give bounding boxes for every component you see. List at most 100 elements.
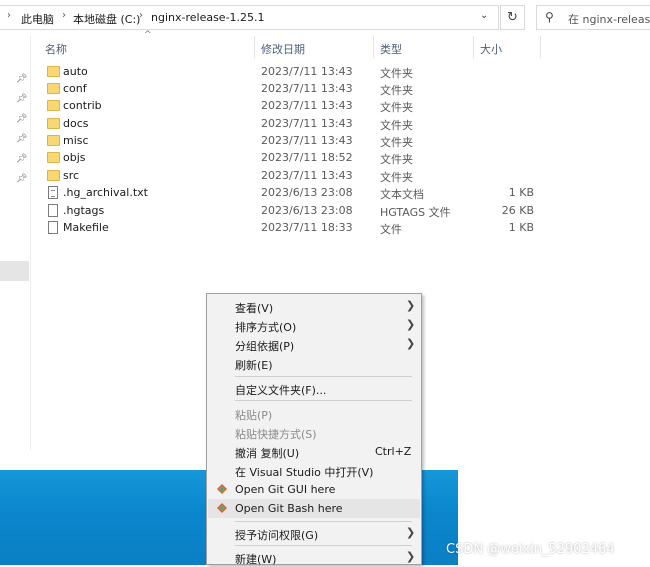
file-icon: [48, 204, 58, 217]
folder-icon: [47, 66, 60, 77]
pin-icon[interactable]: 📌︎: [16, 154, 27, 164]
chevron-right-icon: ›: [62, 10, 66, 21]
chevron-down-icon[interactable]: ⌄: [480, 10, 488, 21]
menu-item-git-bash[interactable]: Open Git Bash here: [208, 499, 420, 518]
file-name: .hgtags: [63, 204, 105, 217]
context-menu: 查看(V) ❯ 排序方式(O) ❯ 分组依据(P) ❯ 刷新(E) 自定义文件夹…: [206, 293, 422, 567]
file-row[interactable]: docs 2023/7/11 13:43 文件夹: [42, 116, 542, 133]
search-placeholder: 在 nginx-release-: [568, 13, 650, 26]
file-type: 文件夹: [380, 67, 413, 80]
menu-item-paste-shortcut[interactable]: 粘贴快捷方式(S): [208, 423, 420, 442]
file-row[interactable]: conf 2023/7/11 13:43 文件夹: [42, 81, 542, 98]
file-date: 2023/6/13 23:08: [261, 204, 353, 217]
menu-item-paste[interactable]: 粘贴(P): [208, 404, 420, 423]
file-name: contrib: [63, 99, 102, 112]
file-date: 2023/7/11 18:33: [261, 221, 353, 234]
keyboard-shortcut: Ctrl+Z: [375, 445, 412, 458]
address-row: › 此电脑 › 本地磁盘 (C:) › nginx-release-1.25.1…: [0, 0, 650, 36]
file-name: conf: [63, 82, 87, 95]
breadcrumb-local-disk[interactable]: 本地磁盘 (C:): [73, 11, 140, 27]
file-name: objs: [63, 151, 86, 164]
column-divider[interactable]: [540, 36, 541, 58]
git-icon: [217, 503, 227, 513]
refresh-button[interactable]: ↻: [500, 5, 525, 30]
pin-icon[interactable]: 📌︎: [16, 94, 27, 104]
menu-item-git-gui[interactable]: Open Git GUI here: [208, 480, 420, 499]
menu-item-view[interactable]: 查看(V) ❯: [208, 297, 420, 316]
pin-icon[interactable]: 📌︎: [16, 174, 27, 184]
file-date: 2023/6/13 23:08: [261, 186, 353, 199]
folder-icon: [47, 83, 60, 94]
file-type: 文本文档: [380, 188, 424, 201]
folder-icon: [47, 100, 60, 111]
file-icon: [48, 221, 58, 234]
file-row[interactable]: src 2023/7/11 13:43 文件夹: [42, 168, 542, 185]
file-date: 2023/7/11 13:43: [261, 117, 353, 130]
file-name: Makefile: [63, 221, 109, 234]
file-type: 文件: [380, 223, 402, 236]
menu-item-open-visual-studio[interactable]: 在 Visual Studio 中打开(V): [208, 461, 420, 480]
menu-item-new[interactable]: 新建(W) ❯: [208, 548, 420, 567]
column-divider[interactable]: [254, 36, 255, 58]
pin-icon[interactable]: 📌︎: [16, 74, 27, 84]
file-row[interactable]: auto 2023/7/11 13:43 文件夹: [42, 64, 542, 81]
git-icon: [217, 484, 227, 494]
menu-item-sort[interactable]: 排序方式(O) ❯: [208, 316, 420, 335]
file-date: 2023/7/11 13:43: [261, 65, 353, 78]
column-header-type[interactable]: 类型: [380, 41, 402, 57]
file-type: 文件夹: [380, 84, 413, 97]
breadcrumb-current-folder[interactable]: nginx-release-1.25.1: [151, 11, 265, 24]
chevron-right-icon: ❯: [406, 337, 416, 350]
file-row[interactable]: contrib 2023/7/11 13:43 文件夹: [42, 98, 542, 115]
column-header-name[interactable]: 名称: [45, 41, 67, 57]
watermark: CSDN @weixin_52902464: [446, 542, 615, 557]
pin-icon[interactable]: 📌︎: [16, 134, 27, 144]
breadcrumb-this-pc[interactable]: 此电脑: [21, 11, 54, 27]
file-row[interactable]: misc 2023/7/11 13:43 文件夹: [42, 133, 542, 150]
chevron-right-icon: ›: [139, 10, 143, 21]
menu-item-refresh[interactable]: 刷新(E): [208, 354, 420, 373]
sort-ascending-icon: ^: [144, 30, 152, 40]
file-date: 2023/7/11 18:52: [261, 151, 353, 164]
file-type: 文件夹: [380, 101, 413, 114]
menu-item-group[interactable]: 分组依据(P) ❯: [208, 335, 420, 354]
file-date: 2023/7/11 13:43: [261, 169, 353, 182]
column-divider[interactable]: [373, 36, 374, 58]
search-icon: ⚲: [545, 10, 554, 24]
file-date: 2023/7/11 13:43: [261, 134, 353, 147]
file-size: 1 KB: [508, 186, 534, 199]
pin-icon[interactable]: 📌︎: [16, 114, 27, 124]
nav-item-selected[interactable]: [0, 261, 29, 281]
file-row[interactable]: .hg_archival.txt 2023/6/13 23:08 文本文档 1 …: [42, 185, 542, 202]
file-name: .hg_archival.txt: [63, 186, 148, 199]
column-header-size[interactable]: 大小: [480, 41, 502, 57]
chevron-right-icon: ❯: [406, 299, 416, 312]
menu-item-customize[interactable]: 自定义文件夹(F)...: [208, 379, 420, 398]
file-name: docs: [63, 117, 89, 130]
chevron-right-icon: ❯: [406, 526, 416, 539]
menu-item-grant-access[interactable]: 授予访问权限(G) ❯: [208, 524, 420, 543]
navigation-pane: 📌︎ 📌︎ 📌︎ 📌︎ 📌︎ 📌︎: [0, 36, 31, 450]
menu-separator: [235, 545, 412, 546]
file-type: 文件夹: [380, 153, 413, 166]
column-divider[interactable]: [473, 36, 474, 58]
file-row[interactable]: Makefile 2023/7/11 18:33 文件 1 KB: [42, 220, 542, 237]
address-bar[interactable]: › 此电脑 › 本地磁盘 (C:) › nginx-release-1.25.1…: [0, 5, 499, 30]
column-header-date[interactable]: 修改日期: [261, 41, 305, 57]
menu-separator: [235, 376, 412, 377]
file-date: 2023/7/11 13:43: [261, 99, 353, 112]
file-type: HGTAGS 文件: [380, 206, 451, 219]
file-size: 1 KB: [508, 221, 534, 234]
file-name: src: [63, 169, 80, 182]
folder-icon: [47, 152, 60, 163]
file-type: 文件夹: [380, 119, 413, 132]
search-input[interactable]: ⚲ 在 nginx-release-: [536, 5, 650, 30]
folder-icon: [47, 118, 60, 129]
chevron-right-icon: ❯: [406, 318, 416, 331]
menu-item-undo-copy[interactable]: 撤消 复制(U) Ctrl+Z: [208, 442, 420, 461]
file-size: 26 KB: [501, 204, 534, 217]
file-row[interactable]: objs 2023/7/11 18:52 文件夹: [42, 150, 542, 167]
file-row[interactable]: .hgtags 2023/6/13 23:08 HGTAGS 文件 26 KB: [42, 203, 542, 220]
file-date: 2023/7/11 13:43: [261, 82, 353, 95]
folder-icon: [47, 135, 60, 146]
